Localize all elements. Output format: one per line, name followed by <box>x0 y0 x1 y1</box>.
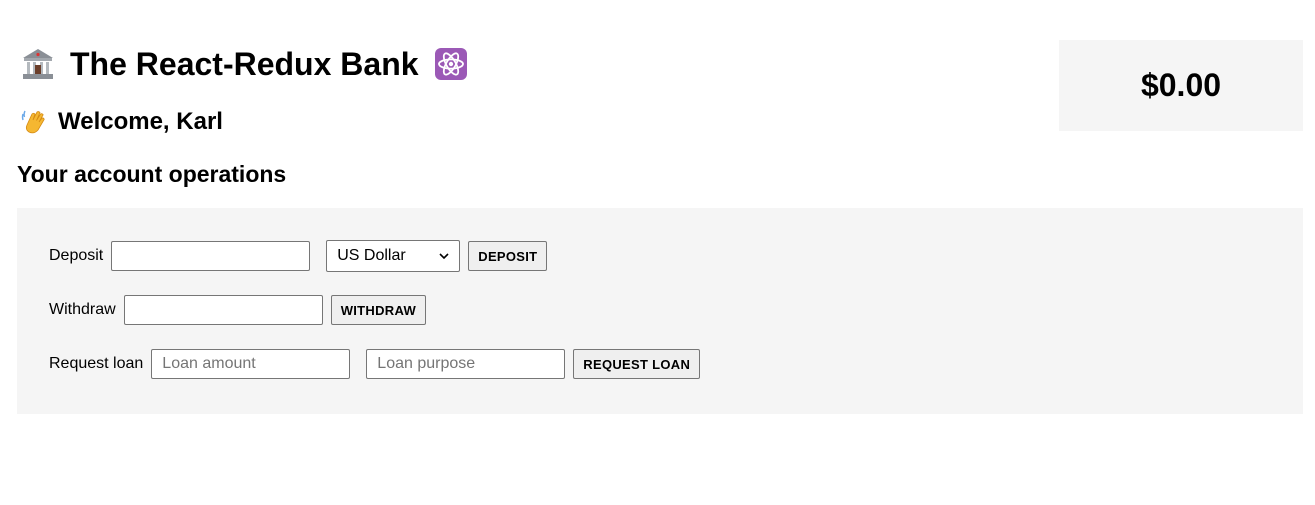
currency-select[interactable]: US Dollar <box>326 240 461 272</box>
loan-label: Request loan <box>49 355 144 372</box>
welcome-text: Welcome, Karl <box>58 108 223 135</box>
operations-title: Your account operations <box>17 161 287 187</box>
loan-purpose-input[interactable] <box>366 349 566 379</box>
deposit-row: Deposit US Dollar DEPOSIT <box>49 240 548 272</box>
operations-panel: Deposit US Dollar DEPOSIT Withdraw WITHD… <box>17 208 1303 414</box>
deposit-amount-input[interactable] <box>111 241 311 271</box>
withdraw-row: Withdraw WITHDRAW <box>49 294 427 326</box>
app-title-text: The React-Redux Bank <box>70 46 419 82</box>
bank-building-icon <box>20 46 56 82</box>
chevron-down-icon <box>439 251 449 261</box>
loan-row: Request loan REQUEST LOAN <box>49 348 701 380</box>
withdraw-amount-input[interactable] <box>123 295 323 325</box>
deposit-label: Deposit <box>49 247 104 264</box>
deposit-button[interactable]: DEPOSIT <box>468 241 548 271</box>
request-loan-button[interactable]: REQUEST LOAN <box>573 349 701 379</box>
withdraw-button[interactable]: WITHDRAW <box>330 295 427 325</box>
atom-icon <box>433 46 469 82</box>
balance-display: $0.00 <box>1059 40 1303 131</box>
page: The React-Redux Bank Welcome, Karl $0.00… <box>0 0 1315 505</box>
waving-hand-icon <box>20 108 48 136</box>
loan-amount-input[interactable] <box>151 349 351 379</box>
welcome-message: Welcome, Karl <box>20 106 223 138</box>
app-title: The React-Redux Bank <box>20 44 469 84</box>
currency-select-value: US Dollar <box>337 247 406 264</box>
balance-value: $0.00 <box>1140 67 1222 103</box>
withdraw-label: Withdraw <box>49 301 116 318</box>
